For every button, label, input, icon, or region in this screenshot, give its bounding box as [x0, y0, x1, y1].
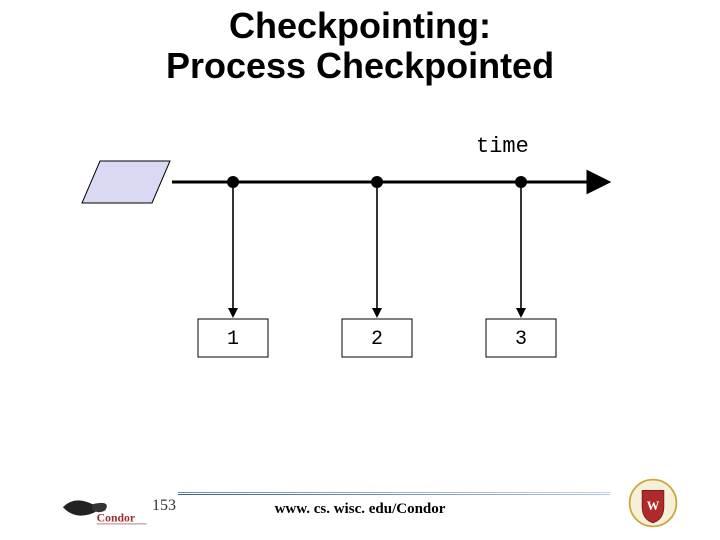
title-line-1: Checkpointing:: [229, 5, 491, 46]
checkpoint-2: 2: [342, 176, 412, 357]
checkpoint-1: 1: [198, 176, 268, 357]
footer-divider: [178, 492, 610, 496]
title-line-2: Process Checkpointed: [166, 45, 554, 86]
checkpoint-label-3: 3: [515, 328, 527, 351]
uw-madison-crest: W: [626, 476, 680, 530]
condor-logo: Condor: [60, 492, 148, 528]
process-block: [82, 161, 170, 203]
checkpoint-label-1: 1: [227, 328, 239, 351]
svg-text:Condor: Condor: [97, 512, 135, 525]
svg-text:W: W: [647, 499, 660, 513]
slide-title: Checkpointing: Process Checkpointed: [0, 6, 720, 87]
axis-label-time: time: [476, 134, 529, 159]
checkpoint-3: 3: [486, 176, 556, 357]
timeline-diagram: 1 2 3: [80, 160, 620, 370]
checkpoint-label-2: 2: [371, 328, 383, 351]
